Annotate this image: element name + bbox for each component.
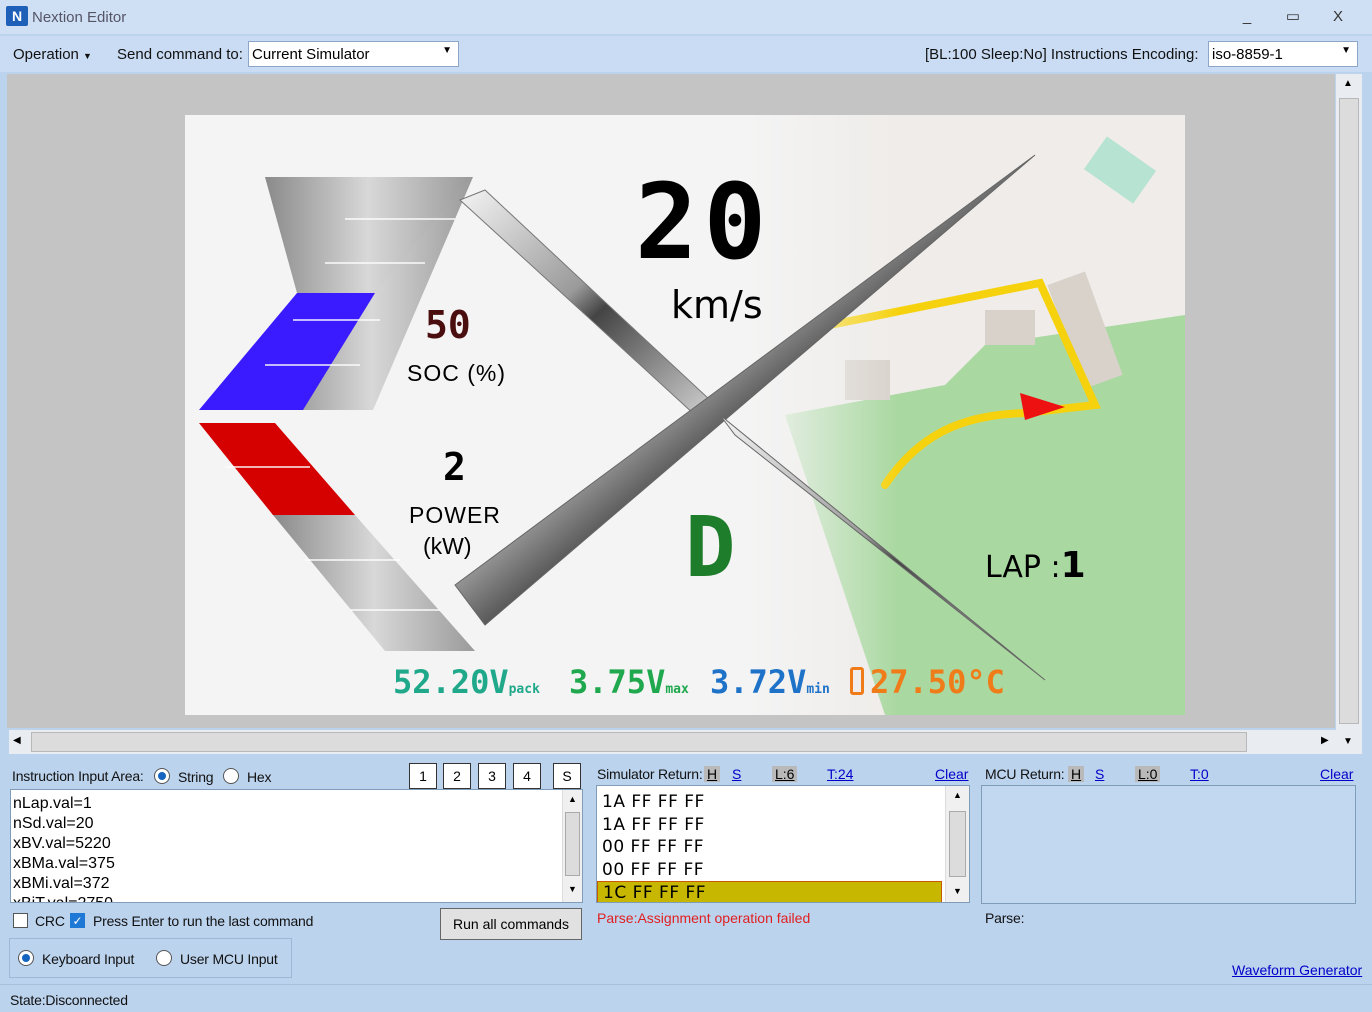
- vertical-scrollbar[interactable]: ▲ ▼: [1336, 74, 1362, 754]
- scroll-up-icon[interactable]: ▲: [1343, 78, 1353, 89]
- scroll-down-icon[interactable]: ▼: [568, 884, 577, 894]
- connection-state: State:Disconnected: [10, 992, 128, 1008]
- operation-menu[interactable]: Operation ▼: [13, 46, 92, 63]
- voltage-max: 3.75Vmax: [569, 663, 689, 701]
- power-label-bottom: (kW): [423, 533, 472, 559]
- string-label: String: [178, 769, 214, 785]
- input-line: xBV.val=5220: [13, 835, 111, 852]
- send-command-label: Send command to:: [117, 46, 243, 63]
- mcu-hex-toggle[interactable]: H: [1068, 766, 1085, 782]
- enter-run-label: Press Enter to run the last command: [93, 913, 314, 929]
- power-value: 2: [443, 445, 466, 489]
- preset-button-s[interactable]: S: [553, 763, 581, 789]
- simulator-hex-toggle[interactable]: H: [704, 766, 721, 782]
- chevron-down-icon: ▼: [83, 51, 92, 61]
- return-line-selected[interactable]: 1C FF FF FF: [597, 881, 942, 902]
- preset-button-2[interactable]: 2: [443, 763, 471, 789]
- scroll-up-icon[interactable]: ▲: [568, 794, 577, 804]
- app-logo-icon: N: [6, 6, 28, 26]
- vertical-scroll-thumb[interactable]: [1339, 98, 1359, 724]
- thermometer-icon: [850, 667, 864, 695]
- title-bar: N Nextion Editor _ ▭ X: [0, 0, 1372, 34]
- scroll-left-icon[interactable]: ◀: [13, 735, 21, 746]
- simulator-return-list[interactable]: 1A FF FF FF 1A FF FF FF 00 FF FF FF 00 F…: [596, 785, 970, 903]
- hmi-display[interactable]: 20 km/s 50 SOC (%) 2 POWER (kW) D LAP :1…: [185, 115, 1185, 715]
- power-label-top: POWER: [409, 502, 501, 528]
- input-line: nSd.val=20: [13, 815, 94, 832]
- return-line: 00 FF FF FF: [602, 837, 705, 857]
- speed-unit: km/s: [671, 283, 763, 327]
- status-encoding-label: [BL:100 Sleep:No] Instructions Encoding:: [925, 46, 1199, 63]
- horizontal-scroll-thumb[interactable]: [31, 732, 1247, 752]
- voltage-pack: 52.20Vpack: [393, 663, 540, 701]
- scroll-down-icon[interactable]: ▼: [953, 886, 962, 896]
- encoding-select[interactable]: iso-8859-1 ▼: [1208, 41, 1358, 67]
- simulator-parse-status: Parse:Assignment operation failed: [597, 910, 811, 926]
- run-all-button[interactable]: Run all commands: [440, 908, 582, 940]
- input-line: xBMa.val=375: [13, 855, 115, 872]
- dropdown-arrow-icon: ▼: [1341, 45, 1351, 56]
- mcu-length: L:0: [1135, 766, 1161, 782]
- mcu-parse-status: Parse:: [985, 910, 1025, 926]
- enter-run-checkbox[interactable]: ✓: [70, 913, 85, 928]
- speed-value: 20: [635, 161, 773, 283]
- preset-button-1[interactable]: 1: [409, 763, 437, 789]
- close-button[interactable]: X: [1325, 6, 1351, 28]
- simulator-string-toggle[interactable]: S: [732, 766, 741, 782]
- user-mcu-input-radio[interactable]: [156, 950, 172, 966]
- minimize-button[interactable]: _: [1234, 6, 1260, 28]
- preset-button-3[interactable]: 3: [478, 763, 506, 789]
- dropdown-arrow-icon: ▼: [442, 45, 452, 56]
- simulator-length: L:6: [772, 766, 798, 782]
- soc-value: 50: [425, 303, 471, 347]
- return-line: 1A FF FF FF: [602, 814, 705, 835]
- input-scrollbar[interactable]: ▲ ▼: [562, 790, 582, 902]
- keyboard-input-radio[interactable]: [18, 950, 34, 966]
- input-line: xBiT.val=2750: [13, 894, 582, 902]
- mcu-return-list[interactable]: [981, 785, 1356, 904]
- return-line: 00 FF FF FF: [602, 859, 705, 880]
- maximize-button[interactable]: ▭: [1280, 6, 1306, 28]
- temperature: 27.50°C: [870, 663, 1005, 701]
- toolbar: Operation ▼ Send command to: Current Sim…: [0, 36, 1372, 72]
- map-area: [745, 115, 1185, 715]
- input-line: xBMi.val=372: [13, 875, 110, 892]
- string-radio[interactable]: [154, 768, 170, 784]
- send-target-select[interactable]: Current Simulator ▼: [248, 41, 459, 67]
- simulator-clear-link[interactable]: Clear: [935, 766, 968, 782]
- voltage-min: 3.72Vmin: [710, 663, 830, 701]
- preset-button-4[interactable]: 4: [513, 763, 541, 789]
- keyboard-input-label: Keyboard Input: [42, 951, 135, 967]
- simulator-scrollbar[interactable]: ▲ ▼: [945, 786, 969, 902]
- instruction-input[interactable]: nLap.val=1 nSd.val=20 xBV.val=5220 xBMa.…: [10, 789, 583, 903]
- scroll-right-icon[interactable]: ▶: [1321, 735, 1329, 746]
- hex-label: Hex: [247, 769, 272, 785]
- input-line: nLap.val=1: [13, 795, 92, 812]
- lap-label: LAP :1: [985, 545, 1086, 586]
- window-title: Nextion Editor: [32, 9, 127, 26]
- soc-label: SOC (%): [407, 360, 506, 386]
- simulator-time: T:24: [827, 766, 854, 782]
- simulator-scroll-thumb[interactable]: [949, 811, 966, 877]
- horizontal-scrollbar[interactable]: ◀ ▶: [9, 730, 1336, 754]
- crc-label: CRC: [35, 913, 65, 929]
- simulator-return-label: Simulator Return:: [597, 766, 703, 782]
- return-line: 1A FF FF FF: [602, 792, 705, 812]
- scroll-up-icon[interactable]: ▲: [953, 790, 962, 800]
- waveform-generator-link[interactable]: Waveform Generator: [1232, 962, 1362, 978]
- mcu-string-toggle[interactable]: S: [1095, 766, 1104, 782]
- hex-radio[interactable]: [223, 768, 239, 784]
- scroll-down-icon[interactable]: ▼: [1343, 736, 1353, 747]
- user-mcu-input-label: User MCU Input: [180, 951, 278, 967]
- bottom-panel: Instruction Input Area: String Hex 1 2 3…: [0, 756, 1372, 1012]
- input-scroll-thumb[interactable]: [565, 812, 580, 876]
- mcu-clear-link[interactable]: Clear: [1320, 766, 1353, 782]
- crc-checkbox[interactable]: [13, 913, 28, 928]
- input-area-label: Instruction Input Area:: [12, 768, 144, 784]
- gear-indicator: D: [685, 498, 736, 596]
- mcu-time: T:0: [1190, 766, 1209, 782]
- mcu-return-label: MCU Return:: [985, 766, 1065, 782]
- status-bar: State:Disconnected: [0, 984, 1372, 1012]
